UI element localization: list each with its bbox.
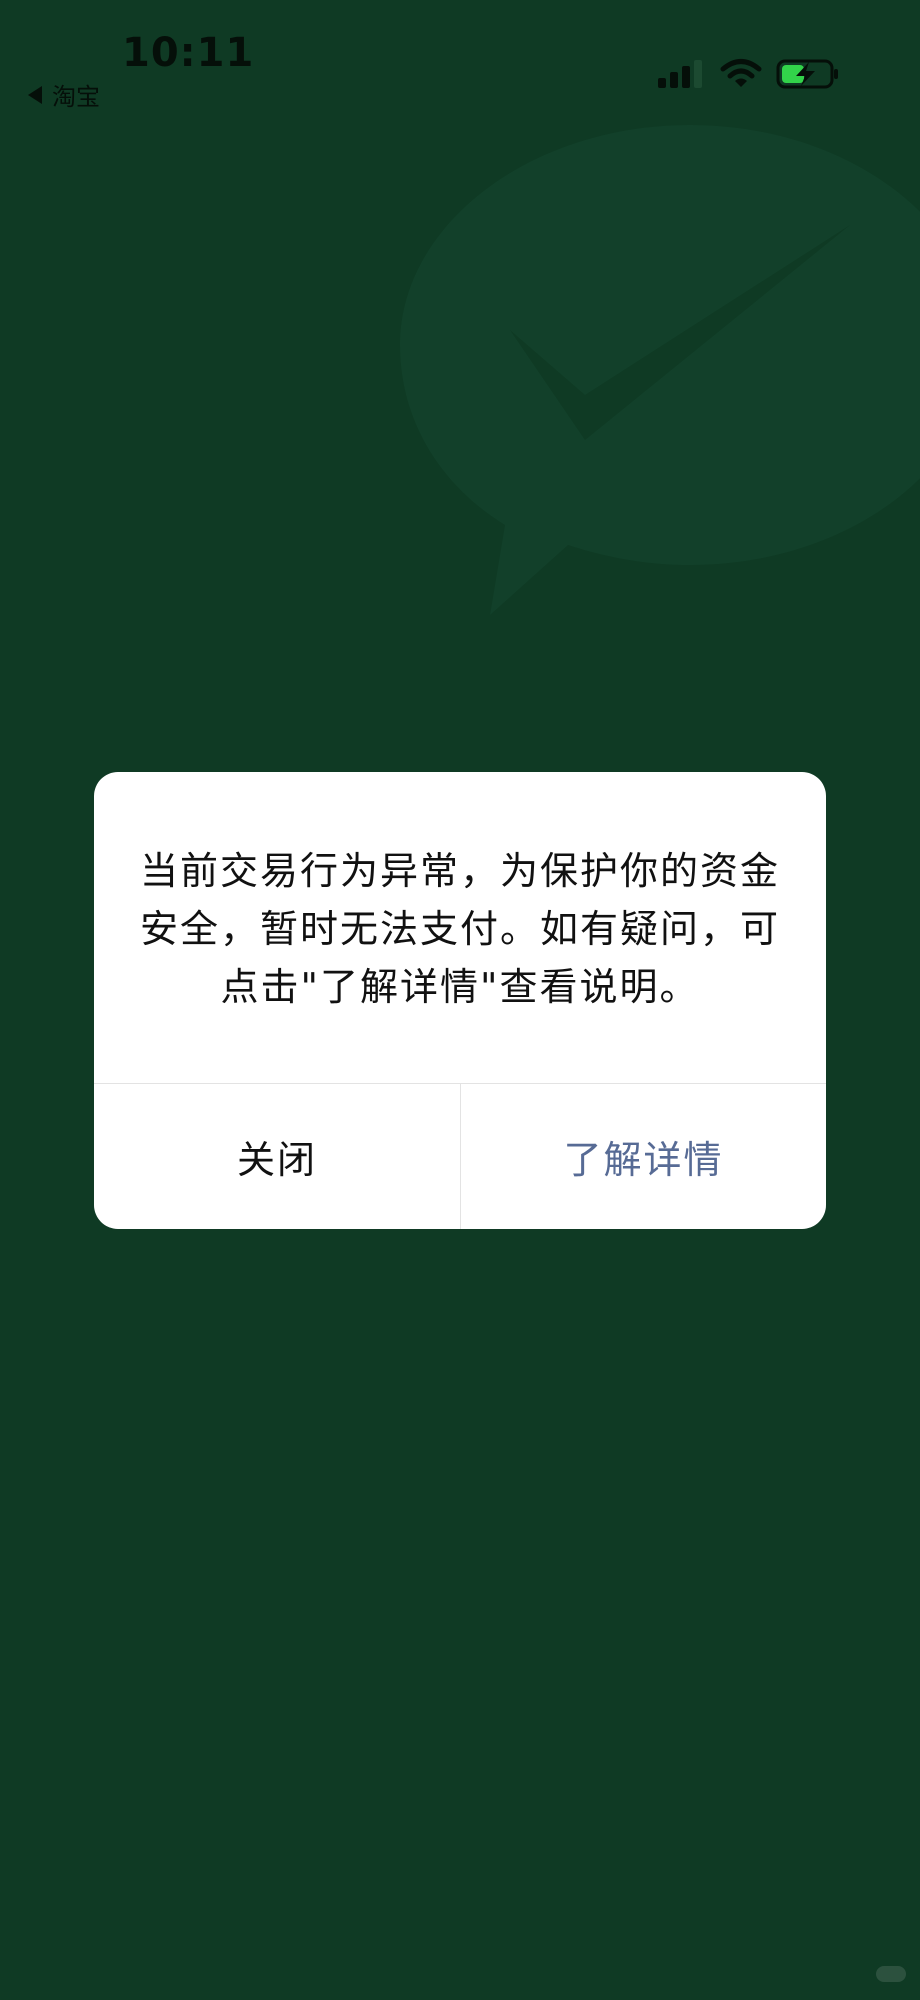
wifi-icon xyxy=(720,59,762,87)
watermark-badge xyxy=(876,1966,906,1982)
wechat-pay-logo xyxy=(400,125,920,615)
battery-charging-icon xyxy=(776,59,838,89)
back-to-app-button[interactable]: 淘宝 xyxy=(28,77,100,112)
back-arrow-icon xyxy=(28,85,42,104)
learn-details-button[interactable]: 了解详情 xyxy=(461,1084,826,1229)
back-app-label: 淘宝 xyxy=(52,83,100,111)
risk-alert-dialog: 当前交易行为异常，为保护你的资金安全，暂时无法支付。如有疑问，可点击"了解详情"… xyxy=(94,772,826,1229)
status-time: 10:11 xyxy=(122,30,255,76)
dialog-message: 当前交易行为异常，为保护你的资金安全，暂时无法支付。如有疑问，可点击"了解详情"… xyxy=(139,849,780,1009)
signal-icon xyxy=(658,60,702,88)
close-button[interactable]: 关闭 xyxy=(94,1084,460,1229)
payment-screen: 10:11 淘宝 当前交易行为异常，为保护你的资金安全，暂时无法支付。如有疑问，… xyxy=(0,0,920,2000)
